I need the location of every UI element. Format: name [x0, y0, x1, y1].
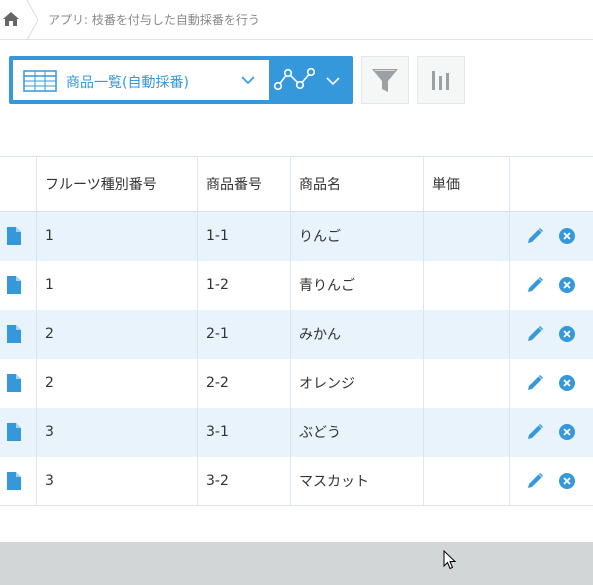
cell-product-no: 2-2	[197, 358, 291, 408]
record-detail-cell	[0, 260, 37, 310]
delete-icon[interactable]	[558, 472, 576, 490]
cell-price	[423, 211, 510, 261]
cell-price	[423, 309, 510, 359]
cell-price	[423, 407, 510, 457]
cell-fruit-type: 3	[36, 456, 198, 506]
table-row: 3 3-2 マスカット	[0, 456, 593, 506]
pencil-icon[interactable]	[526, 325, 544, 343]
view-switcher: 商品一覧(自動採番)	[9, 56, 353, 104]
record-detail-icon[interactable]	[7, 423, 21, 441]
delete-icon[interactable]	[558, 227, 576, 245]
cell-price	[423, 456, 510, 506]
cell-fruit-type: 2	[36, 358, 198, 408]
cell-fruit-type: 1	[36, 211, 198, 261]
record-detail-cell	[0, 309, 37, 359]
cell-product-name: オレンジ	[290, 358, 424, 408]
table-view-icon	[23, 70, 57, 92]
cell-product-name: ぶどう	[290, 407, 424, 457]
record-detail-icon[interactable]	[7, 374, 21, 392]
record-detail-cell	[0, 456, 37, 506]
table-row: 2 2-2 オレンジ	[0, 358, 593, 408]
pencil-icon[interactable]	[526, 276, 544, 294]
pencil-icon[interactable]	[526, 227, 544, 245]
graph-button[interactable]	[417, 56, 465, 104]
footer-bar	[0, 542, 593, 585]
cell-product-no: 3-1	[197, 407, 291, 457]
column-header[interactable]: 単価	[423, 156, 510, 212]
cell-fruit-type: 1	[36, 260, 198, 310]
cell-product-no: 1-2	[197, 260, 291, 310]
header-icon-column	[0, 156, 37, 212]
record-detail-icon[interactable]	[7, 276, 21, 294]
cell-product-name: マスカット	[290, 456, 424, 506]
graph-chevron-down-icon[interactable]	[325, 74, 341, 88]
record-detail-icon[interactable]	[7, 227, 21, 246]
cell-product-name: みかん	[290, 309, 424, 359]
cell-product-no: 2-1	[197, 309, 291, 359]
table-row: 1 1-1 りんご	[0, 211, 593, 261]
records-table: フルーツ種別番号 商品番号 商品名 単価 1 1-1 りんご 1 1-2 青りん…	[0, 156, 593, 506]
filter-icon	[372, 69, 398, 92]
delete-icon[interactable]	[558, 325, 576, 343]
table-row: 3 3-1 ぶどう	[0, 407, 593, 457]
table-header-row: フルーツ種別番号 商品番号 商品名 単価	[0, 156, 593, 212]
row-actions	[509, 260, 593, 310]
line-graph-icon[interactable]	[273, 64, 317, 96]
record-detail-cell	[0, 358, 37, 408]
cell-product-no: 3-2	[197, 456, 291, 506]
table-row: 2 2-1 みかん	[0, 309, 593, 359]
bar-chart-icon	[432, 71, 449, 90]
row-actions	[509, 456, 593, 506]
cell-fruit-type: 2	[36, 309, 198, 359]
pencil-icon[interactable]	[526, 423, 544, 441]
cell-product-name: りんご	[290, 211, 424, 261]
view-select-dropdown[interactable]: 商品一覧(自動採番)	[13, 60, 269, 100]
pencil-icon[interactable]	[526, 472, 544, 490]
breadcrumb-separator-icon	[26, 0, 39, 40]
pencil-icon[interactable]	[526, 374, 544, 392]
breadcrumb-app-name[interactable]: アプリ: 枝番を付与した自動採番を行う	[48, 11, 260, 28]
record-detail-cell	[0, 211, 37, 261]
cell-price	[423, 358, 510, 408]
filter-button[interactable]	[361, 56, 409, 104]
column-header[interactable]: フルーツ種別番号	[36, 156, 198, 212]
breadcrumb: アプリ: 枝番を付与した自動採番を行う	[0, 0, 593, 40]
cell-fruit-type: 3	[36, 407, 198, 457]
cell-product-name: 青りんご	[290, 260, 424, 310]
delete-icon[interactable]	[558, 374, 576, 392]
row-actions	[509, 358, 593, 408]
home-icon[interactable]	[2, 10, 20, 28]
row-actions	[509, 309, 593, 359]
table-row: 1 1-2 青りんご	[0, 260, 593, 310]
mouse-cursor-icon	[443, 550, 457, 570]
row-actions	[509, 211, 593, 261]
cell-price	[423, 260, 510, 310]
cell-product-no: 1-1	[197, 211, 291, 261]
record-detail-icon[interactable]	[7, 471, 21, 490]
record-detail-cell	[0, 407, 37, 457]
column-header[interactable]: 商品番号	[197, 156, 291, 212]
view-name: 商品一覧(自動採番)	[66, 75, 189, 91]
delete-icon[interactable]	[558, 276, 576, 294]
delete-icon[interactable]	[558, 423, 576, 441]
header-actions-column	[509, 156, 593, 212]
chevron-down-icon	[241, 76, 255, 85]
column-header[interactable]: 商品名	[290, 156, 424, 212]
row-actions	[509, 407, 593, 457]
record-detail-icon[interactable]	[7, 325, 21, 343]
